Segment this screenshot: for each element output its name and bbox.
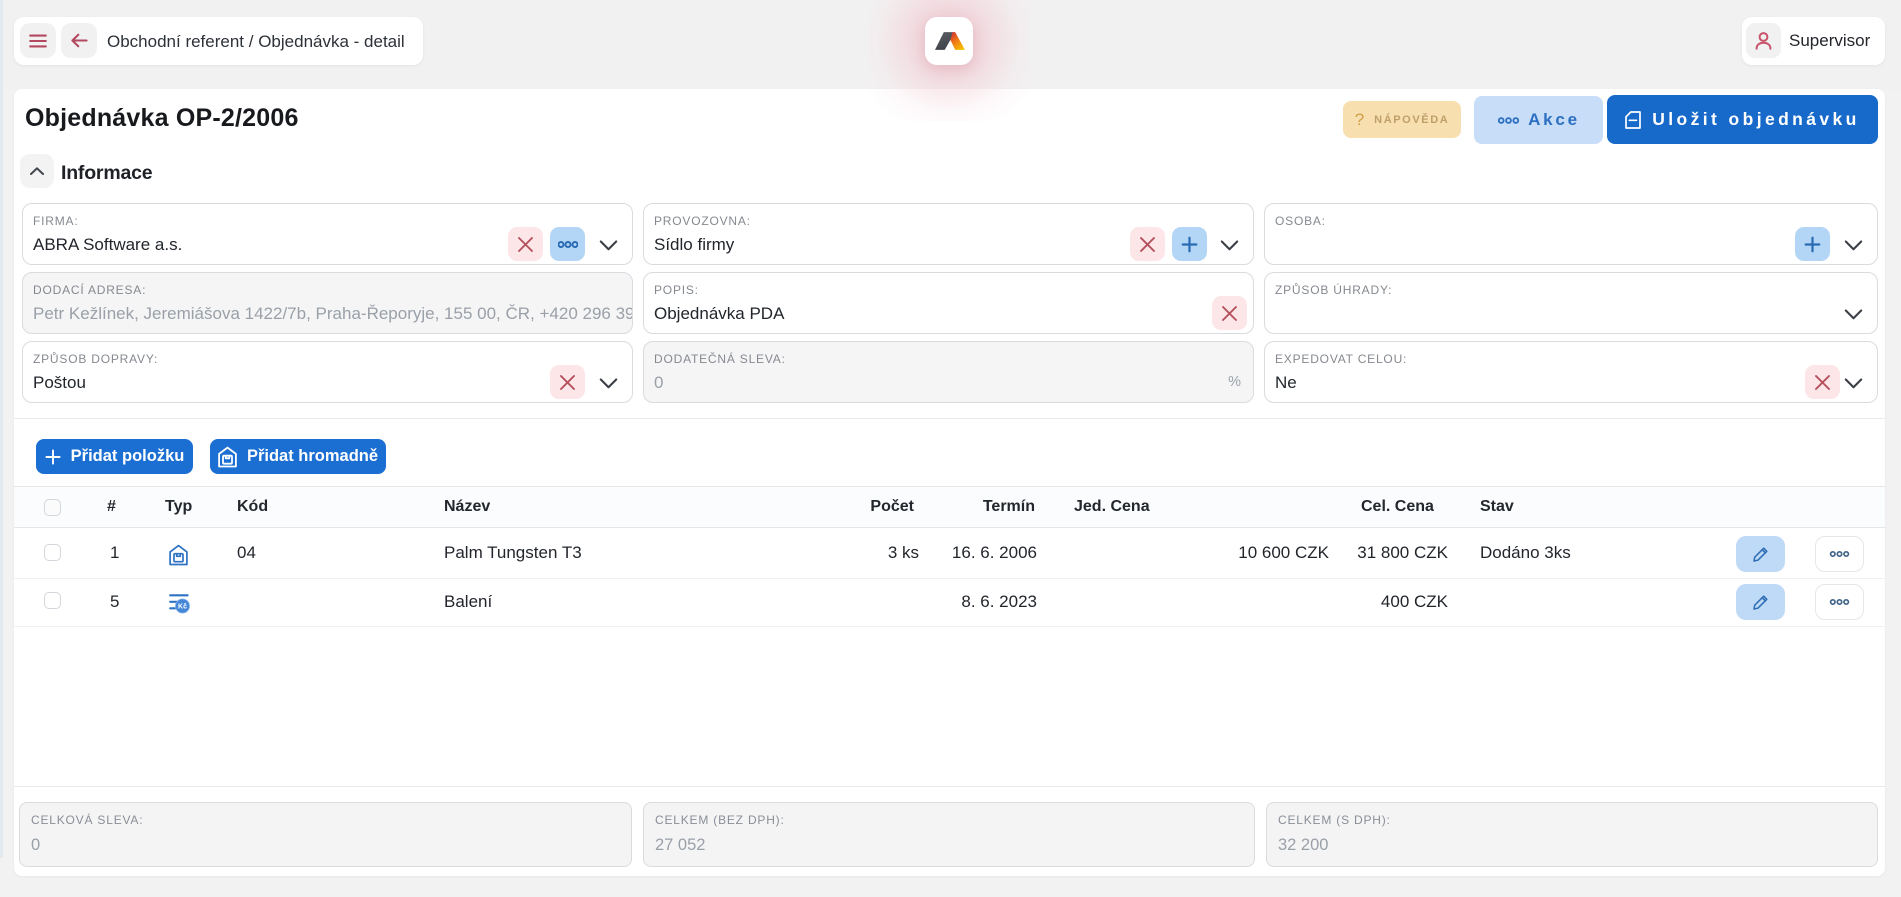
svg-text:Kč: Kč [178,604,187,611]
